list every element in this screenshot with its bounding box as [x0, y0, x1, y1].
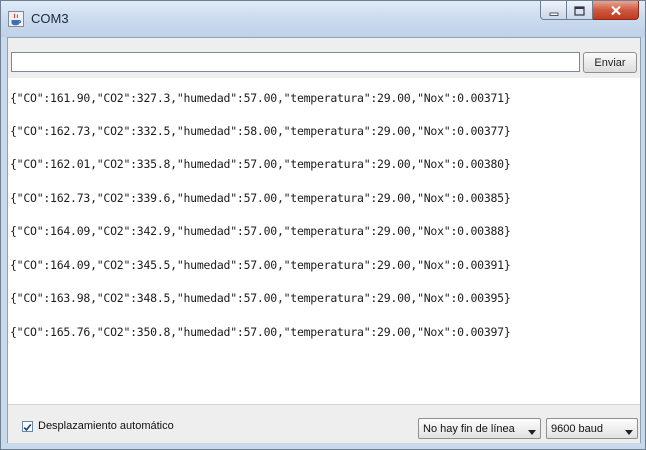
serial-monitor-window: COM3 Enviar {"CO":161.90,"CO2":327.3,"hu… [0, 0, 646, 450]
autoscroll-toggle[interactable]: Desplazamiento automático [22, 420, 174, 432]
output-line: {"CO":163.98,"CO2":348.5,"humedad":57.00… [10, 291, 511, 305]
serial-output[interactable]: {"CO":161.90,"CO2":327.3,"humedad":57.00… [8, 78, 640, 404]
output-line: {"CO":162.73,"CO2":332.5,"humedad":58.00… [10, 124, 511, 138]
status-bar: Desplazamiento automático No hay fin de … [8, 404, 640, 443]
client-area: Enviar {"CO":161.90,"CO2":327.3,"humedad… [7, 37, 641, 443]
baud-rate-select[interactable]: 9600 baud [546, 418, 638, 439]
output-line: {"CO":162.73,"CO2":339.6,"humedad":57.00… [10, 191, 511, 205]
output-line: {"CO":164.09,"CO2":345.5,"humedad":57.00… [10, 258, 511, 272]
java-app-icon [8, 11, 24, 27]
output-line: {"CO":165.76,"CO2":350.8,"humedad":57.00… [10, 325, 511, 339]
minimize-button[interactable] [540, 1, 567, 20]
send-bar: Enviar [8, 38, 640, 78]
maximize-button[interactable] [567, 1, 593, 20]
baud-rate-value: 9600 baud [551, 422, 603, 435]
minimize-icon [549, 1, 559, 20]
output-line: {"CO":164.09,"CO2":342.9,"humedad":57.00… [10, 224, 511, 238]
close-button[interactable] [593, 1, 639, 20]
autoscroll-checkbox[interactable] [22, 420, 33, 432]
send-button[interactable]: Enviar [583, 52, 637, 73]
window-controls [540, 1, 639, 21]
autoscroll-label: Desplazamiento automático [38, 420, 174, 432]
send-input[interactable] [11, 52, 580, 72]
line-ending-select[interactable]: No hay fin de línea [418, 418, 541, 439]
chevron-down-icon [528, 426, 536, 438]
chevron-down-icon [625, 426, 633, 438]
title-bar[interactable]: COM3 [1, 1, 645, 37]
output-line: {"CO":161.90,"CO2":327.3,"humedad":57.00… [10, 91, 511, 105]
output-line: {"CO":162.01,"CO2":335.8,"humedad":57.00… [10, 157, 511, 171]
checkmark-icon [23, 417, 32, 436]
line-ending-value: No hay fin de línea [423, 422, 515, 435]
close-icon [610, 1, 622, 20]
window-title: COM3 [31, 11, 69, 26]
maximize-icon [574, 1, 585, 20]
